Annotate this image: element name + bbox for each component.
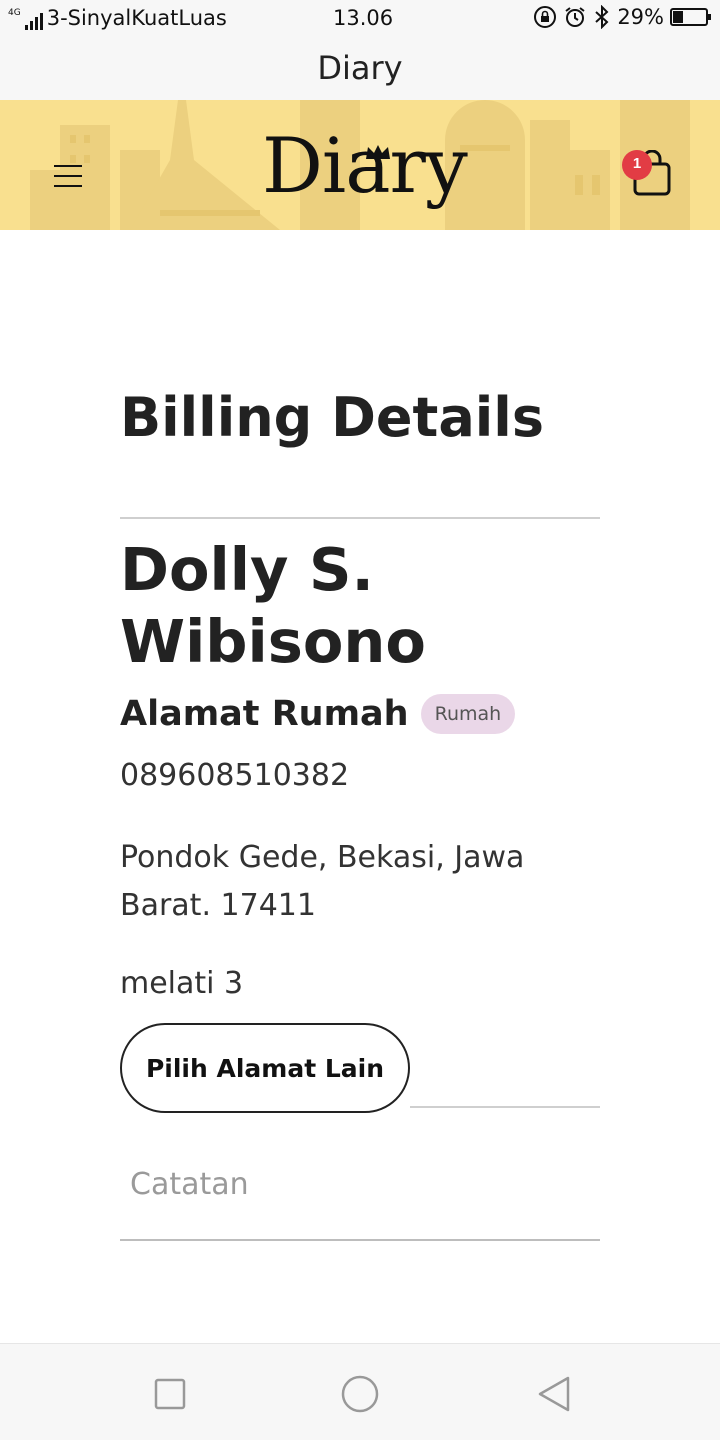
choose-other-address-button[interactable]: Pilih Alamat Lain xyxy=(120,1023,410,1113)
header-banner: Diary xyxy=(0,100,720,230)
battery-percent: 29% xyxy=(617,5,664,29)
address-type-badge: Rumah xyxy=(420,694,516,734)
home-icon[interactable] xyxy=(340,1374,380,1414)
rotation-lock-icon xyxy=(534,6,557,28)
notes-input[interactable] xyxy=(120,1148,600,1220)
address-text: Pondok Gede, Bekasi, Jawa Barat. 17411 xyxy=(120,840,525,923)
divider xyxy=(410,1106,600,1108)
status-left: 4G 3-SinyalKuatLuas xyxy=(8,6,227,30)
app-title-bar: Diary xyxy=(0,38,720,100)
system-nav-bar xyxy=(0,1343,720,1440)
signal-icon xyxy=(24,12,43,30)
battery-icon xyxy=(670,8,711,26)
status-icons: 29% xyxy=(533,5,711,29)
address-heading: Alamat Rumah Rumah xyxy=(120,692,516,736)
notes-underline xyxy=(120,1239,600,1241)
bluetooth-icon xyxy=(595,5,609,29)
customer-name: Dolly S. Wibisono xyxy=(120,535,426,676)
address-label: Alamat Rumah xyxy=(120,694,409,734)
crown-icon xyxy=(366,145,390,159)
address-detail: melati 3 xyxy=(120,966,244,1001)
divider xyxy=(120,517,600,519)
diary-logo[interactable]: Diary xyxy=(262,118,468,214)
recent-apps-icon[interactable] xyxy=(150,1374,190,1414)
hamburger-menu-icon[interactable] xyxy=(50,165,86,193)
network-type: 4G xyxy=(8,8,21,18)
status-time: 13.06 xyxy=(333,6,394,30)
carrier-name: 3-SinyalKuatLuas xyxy=(46,6,227,30)
status-bar: 4G 3-SinyalKuatLuas 13.06 29% xyxy=(0,0,720,38)
phone-number: 089608510382 xyxy=(120,758,350,793)
back-icon[interactable] xyxy=(534,1374,574,1414)
app-title: Diary xyxy=(317,49,403,87)
page-title: Billing Details xyxy=(120,386,544,449)
alarm-icon xyxy=(565,7,585,27)
cart-count-badge: 1 xyxy=(622,150,652,180)
